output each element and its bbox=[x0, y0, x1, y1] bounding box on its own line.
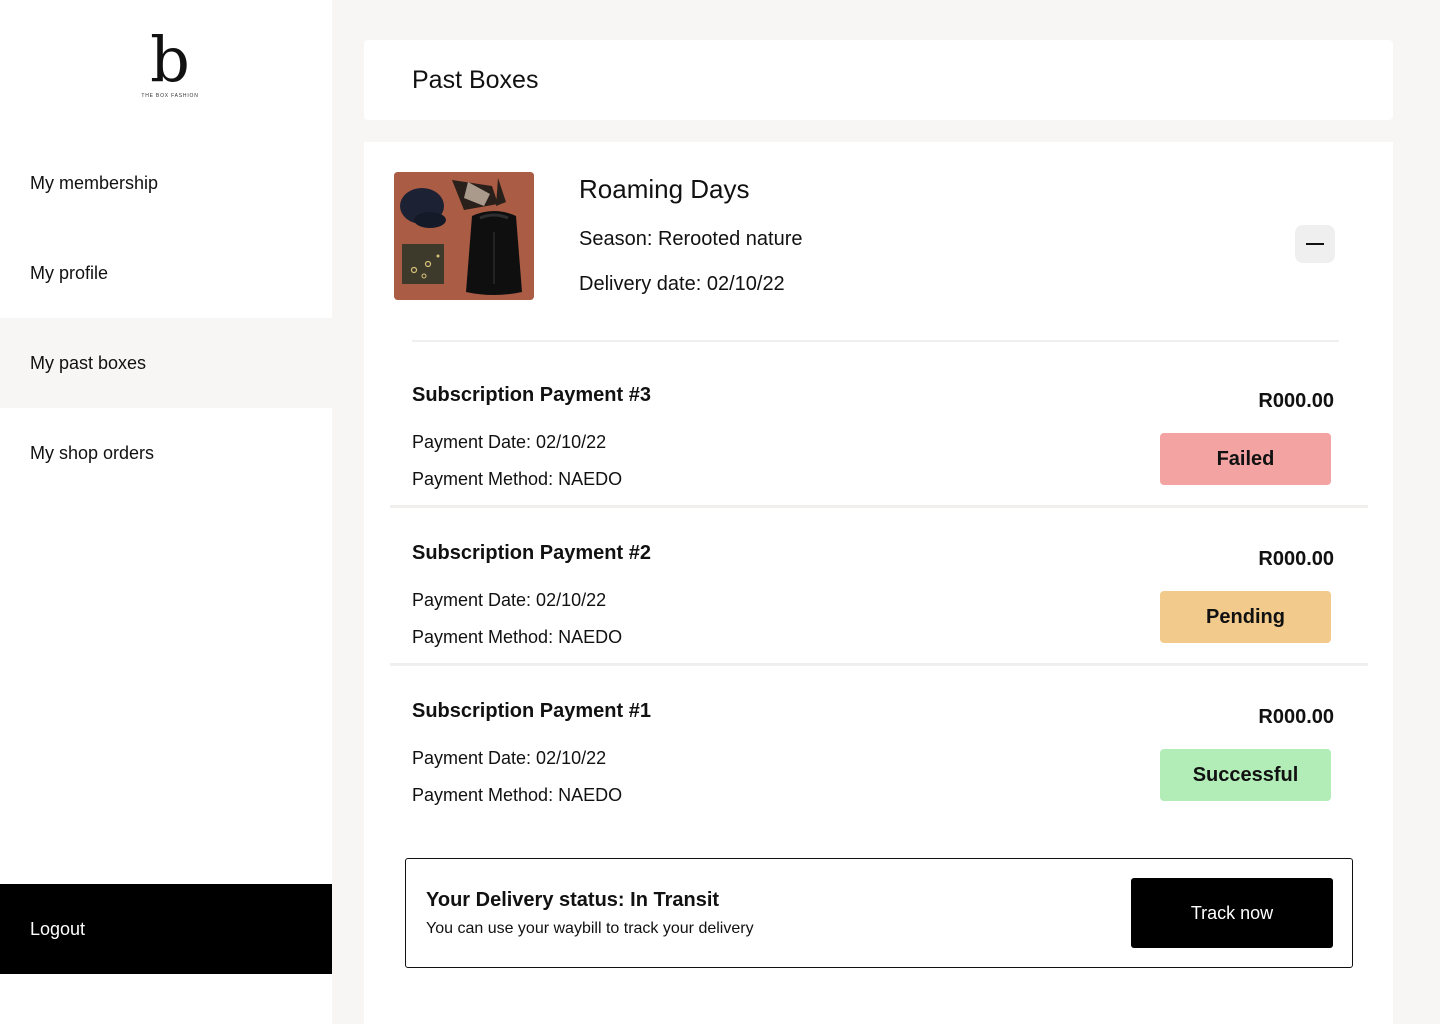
status-badge: Failed bbox=[1160, 433, 1331, 485]
sidebar: b THE BOX FASHION My membership My profi… bbox=[0, 0, 332, 1024]
logout-label: Logout bbox=[30, 918, 86, 939]
sidebar-item-label: My profile bbox=[30, 262, 109, 283]
payment-item: Subscription Payment #2 Payment Date: 02… bbox=[390, 508, 1368, 666]
delivery-status-title: Your Delivery status: In Transit bbox=[426, 889, 720, 911]
payment-amount: R000.00 bbox=[1258, 706, 1334, 728]
box-season: Season: Rerooted nature bbox=[579, 228, 803, 250]
logout-button[interactable]: Logout bbox=[0, 884, 332, 974]
sidebar-item-membership[interactable]: My membership bbox=[0, 138, 332, 228]
payment-date: Payment Date: 02/10/22 bbox=[412, 590, 607, 610]
collapse-button[interactable] bbox=[1295, 225, 1335, 263]
status-badge: Successful bbox=[1160, 749, 1331, 801]
payment-amount: R000.00 bbox=[1258, 548, 1334, 570]
payment-method: Payment Method: NAEDO bbox=[412, 469, 623, 489]
payment-item: Subscription Payment #1 Payment Date: 02… bbox=[390, 666, 1368, 824]
box-delivery-date: Delivery date: 02/10/22 bbox=[579, 273, 785, 295]
payment-method: Payment Method: NAEDO bbox=[412, 627, 623, 647]
sidebar-item-label: My shop orders bbox=[30, 442, 155, 463]
page-header: Past Boxes bbox=[364, 40, 1393, 120]
payment-date: Payment Date: 02/10/22 bbox=[412, 748, 607, 768]
sidebar-item-label: My past boxes bbox=[30, 352, 147, 373]
payment-amount: R000.00 bbox=[1258, 390, 1334, 412]
brand-logo[interactable]: b THE BOX FASHION bbox=[138, 28, 202, 102]
track-now-button[interactable]: Track now bbox=[1131, 878, 1333, 948]
payment-date: Payment Date: 02/10/22 bbox=[412, 432, 607, 452]
divider bbox=[412, 340, 1339, 342]
sidebar-item-profile[interactable]: My profile bbox=[0, 228, 332, 318]
delivery-status-panel: Your Delivery status: In Transit You can… bbox=[405, 858, 1353, 968]
page-title: Past Boxes bbox=[412, 65, 539, 94]
sidebar-item-past-boxes[interactable]: My past boxes bbox=[0, 318, 332, 408]
payment-item: Subscription Payment #3 Payment Date: 02… bbox=[390, 350, 1368, 508]
payment-method: Payment Method: NAEDO bbox=[412, 785, 623, 805]
sidebar-item-label: My membership bbox=[30, 172, 159, 193]
payment-title: Subscription Payment #1 bbox=[412, 700, 651, 722]
sidebar-item-shop-orders[interactable]: My shop orders bbox=[0, 408, 332, 498]
payment-title: Subscription Payment #2 bbox=[412, 542, 651, 564]
payment-title: Subscription Payment #3 bbox=[412, 384, 651, 406]
logo-text: THE BOX FASHION bbox=[141, 93, 199, 99]
delivery-status-subtitle: You can use your waybill to track your d… bbox=[426, 920, 754, 937]
minus-icon bbox=[1306, 243, 1324, 245]
logo-mark: b bbox=[150, 23, 190, 96]
box-title: Roaming Days bbox=[579, 174, 750, 204]
status-badge: Pending bbox=[1160, 591, 1331, 643]
box-product-image bbox=[394, 172, 534, 300]
past-box-card: Roaming Days Season: Rerooted nature Del… bbox=[364, 142, 1393, 1024]
